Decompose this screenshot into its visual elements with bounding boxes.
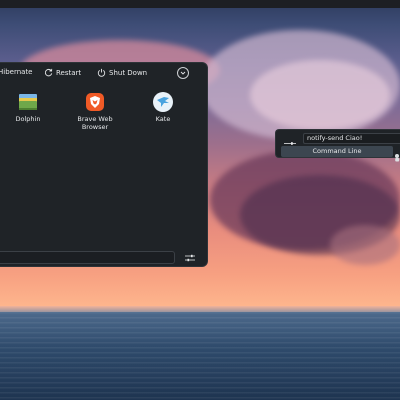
app-dolphin[interactable]: Dolphin: [2, 89, 54, 123]
power-icon: [97, 68, 106, 77]
restart-icon: [44, 68, 53, 77]
kate-bird-icon: [152, 91, 174, 113]
app-kate[interactable]: Kate: [137, 89, 189, 123]
configure-button[interactable]: [184, 253, 196, 263]
cloud: [250, 60, 390, 130]
terminal-action-icon[interactable]: [394, 147, 400, 162]
krunner-popup: notify-send Ciao! Command Line: [275, 129, 400, 162]
shutdown-label: Shut Down: [109, 68, 148, 77]
power-actions-bar: Hibernate Restart Shut Down: [0, 63, 208, 85]
runner-result-command-line[interactable]: Command Line: [281, 146, 393, 157]
sliders-icon: [185, 254, 195, 262]
app-label: Kate: [155, 115, 171, 123]
shutdown-button[interactable]: Shut Down: [97, 68, 147, 77]
hibernate-label: Hibernate: [0, 68, 33, 76]
top-panel: [0, 0, 400, 8]
runner-query-input[interactable]: notify-send Ciao!: [303, 133, 400, 144]
brave-lion-icon: [84, 91, 106, 113]
more-options-button[interactable]: [177, 67, 189, 79]
sea: [0, 312, 400, 400]
app-label: Dolphin: [15, 115, 41, 123]
hibernate-button[interactable]: Hibernate: [0, 68, 33, 76]
app-label: Brave Web Browser: [77, 115, 113, 131]
dolphin-folder-icon: [17, 91, 39, 113]
runner-settings-icon[interactable]: [284, 135, 296, 149]
chevron-down-icon: [180, 70, 186, 76]
cloud: [330, 225, 400, 265]
restart-label: Restart: [56, 68, 82, 77]
application-launcher: Hibernate Restart Shut Down Dolphin Brav…: [0, 62, 208, 267]
launcher-search-input[interactable]: [0, 251, 175, 264]
favorites-grid: Dolphin Brave Web Browser Kate: [0, 89, 208, 153]
restart-button[interactable]: Restart: [44, 68, 81, 77]
app-brave-browser[interactable]: Brave Web Browser: [69, 89, 121, 131]
